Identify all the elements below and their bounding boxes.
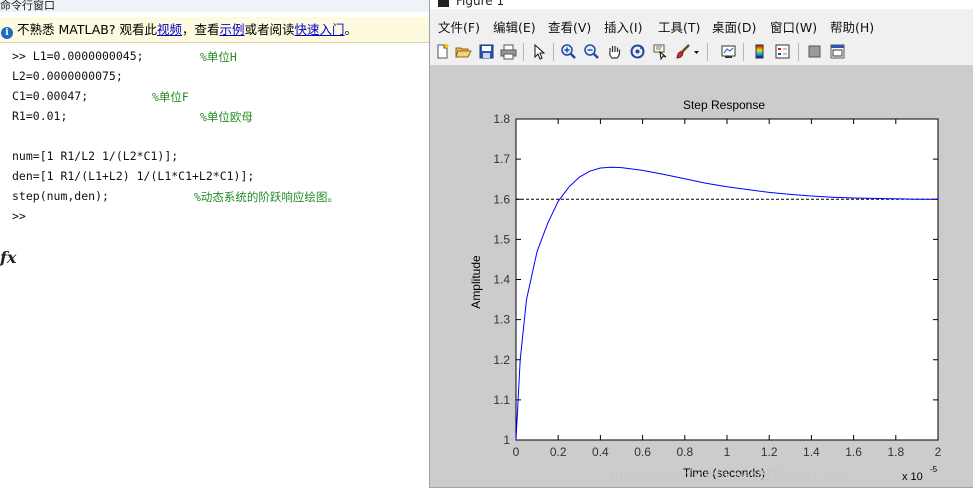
- menu-tools[interactable]: 工具(T): [658, 17, 700, 36]
- command-line: L2=0.0000000075;: [12, 69, 123, 83]
- y-tick-label: 1.6: [493, 192, 510, 206]
- watermark-text: https://blog.csdn.net/STM32F103: [610, 468, 848, 484]
- save-icon[interactable]: [478, 43, 495, 60]
- y-tick-label: 1.3: [493, 313, 510, 327]
- menu-help[interactable]: 帮助(H): [830, 17, 874, 36]
- figure-canvas[interactable]: 0 0.2 0.4 0.6 0.8 1 1.2 1.4 1.6 1.8 2 1 1.1 1.2 1.3 1.…: [430, 66, 973, 487]
- open-file-icon[interactable]: [455, 43, 472, 60]
- menu-file[interactable]: 文件(F): [438, 17, 480, 36]
- menu-view[interactable]: 查看(V): [548, 17, 591, 36]
- command-line: C1=0.00047;: [12, 89, 89, 103]
- command-prompt[interactable]: >>: [12, 209, 26, 223]
- command-line: >> L1=0.0000000045;: [12, 49, 144, 63]
- figure-title: Figure 1: [456, 0, 505, 8]
- figure-toolbar: [430, 39, 973, 66]
- x-tick-label: 1.6: [845, 445, 862, 459]
- command-line: step(num,den);: [12, 189, 109, 203]
- command-line: den=[1 R1/(L1+L2) 1/(L1*C1+L2*C1)];: [12, 169, 255, 183]
- toolbar-separator: [553, 43, 554, 61]
- command-comment: %单位F: [152, 90, 189, 104]
- command-comment: %单位H: [200, 50, 237, 64]
- new-figure-icon[interactable]: [434, 43, 451, 60]
- brush-icon[interactable]: [675, 43, 692, 60]
- link-plot-icon[interactable]: [720, 43, 737, 60]
- toolbar-separator: [743, 43, 744, 61]
- pan-hand-icon[interactable]: [606, 43, 623, 60]
- y-tick-label: 1: [503, 433, 510, 447]
- command-line: R1=0.01;: [12, 109, 68, 123]
- command-comment: %单位欧母: [200, 110, 253, 124]
- x-tick-label: 1.2: [761, 445, 778, 459]
- x-tick-label: 0.6: [634, 445, 651, 459]
- notice-text-mid2: 或者阅读: [244, 22, 295, 37]
- toolbar-separator: [707, 43, 708, 61]
- hide-plot-tools-icon[interactable]: [806, 43, 823, 60]
- x-tick-label: 0.2: [550, 445, 567, 459]
- info-icon: i: [1, 27, 13, 39]
- x-tick-label: 1.8: [887, 445, 904, 459]
- getting-started-notice: i 不熟悉 MATLAB? 观看此视频，查看示例或者阅读快速入门。: [0, 17, 430, 43]
- notice-text-prefix: 不熟悉 MATLAB? 观看此: [17, 22, 157, 37]
- examples-link[interactable]: 示例: [220, 22, 245, 37]
- edit-plot-arrow-icon[interactable]: [530, 43, 547, 60]
- x-tick-label: 1: [724, 445, 731, 459]
- x-tick-label: 0: [513, 445, 520, 459]
- figure-menubar: 文件(F) 编辑(E) 查看(V) 插入(I) 工具(T) 桌面(D) 窗口(W…: [430, 10, 973, 38]
- x-tick-label: 0.4: [592, 445, 609, 459]
- y-tick-label: 1.5: [493, 232, 510, 246]
- menu-insert[interactable]: 插入(I): [604, 17, 642, 36]
- command-area[interactable]: >> L1=0.0000000045; %单位H L2=0.0000000075…: [0, 43, 430, 496]
- print-icon[interactable]: [500, 43, 517, 60]
- y-tick-label: 1.1: [493, 393, 510, 407]
- chart-title: Step Response: [683, 98, 765, 112]
- x-tick-label: 0.8: [676, 445, 693, 459]
- command-window-title: 命令行窗口: [0, 0, 430, 12]
- getting-started-link[interactable]: 快速入门: [295, 22, 345, 37]
- y-tick-label: 1.4: [493, 273, 510, 287]
- show-plot-tools-icon[interactable]: [829, 43, 846, 60]
- y-tick-label: 1.2: [493, 353, 510, 367]
- menu-edit[interactable]: 编辑(E): [493, 17, 536, 36]
- toolbar-separator: [798, 43, 799, 61]
- zoom-in-icon[interactable]: [560, 43, 577, 60]
- matlab-logo-icon: [438, 0, 449, 7]
- figure-titlebar: Figure 1: [430, 0, 973, 9]
- notice-text-suffix: 。: [344, 22, 358, 37]
- x-axis-exponent-label: x 10: [902, 471, 923, 483]
- function-browser-fx-icon[interactable]: fx: [0, 248, 16, 267]
- menu-window[interactable]: 窗口(W): [770, 17, 817, 36]
- video-link[interactable]: 视频: [157, 22, 182, 37]
- y-tick-label: 1.8: [493, 112, 510, 126]
- step-response-chart[interactable]: 0 0.2 0.4 0.6 0.8 1 1.2 1.4 1.6 1.8 2 1 1.1 1.2 1.3 1.…: [430, 66, 973, 487]
- data-cursor-icon[interactable]: [652, 43, 669, 60]
- command-window: 命令行窗口 i 不熟悉 MATLAB? 观看此视频，查看示例或者阅读快速入门。 >…: [0, 0, 430, 496]
- y-axis-label: Amplitude: [469, 255, 483, 309]
- y-tick-label: 1.7: [493, 152, 510, 166]
- notice-text-mid1: ，查看: [181, 22, 220, 37]
- figure-window: Figure 1 文件(F) 编辑(E) 查看(V) 插入(I) 工具(T) 桌…: [429, 0, 973, 488]
- insert-colorbar-icon[interactable]: [751, 43, 768, 60]
- rotate-3d-icon[interactable]: [629, 43, 646, 60]
- command-comment: %动态系统的阶跃响应绘图。: [194, 190, 339, 204]
- x-axis-exponent-power: -5: [930, 465, 938, 474]
- zoom-out-icon[interactable]: [583, 43, 600, 60]
- insert-legend-icon[interactable]: [774, 43, 791, 60]
- command-line: num=[1 R1/L2 1/(L2*C1)];: [12, 149, 179, 163]
- toolbar-separator: [523, 43, 524, 61]
- menu-desktop[interactable]: 桌面(D): [712, 17, 756, 36]
- x-tick-label: 2: [935, 445, 942, 459]
- x-tick-label: 1.4: [803, 445, 820, 459]
- plot-axes[interactable]: [515, 118, 939, 441]
- brush-dropdown-icon[interactable]: [692, 43, 701, 60]
